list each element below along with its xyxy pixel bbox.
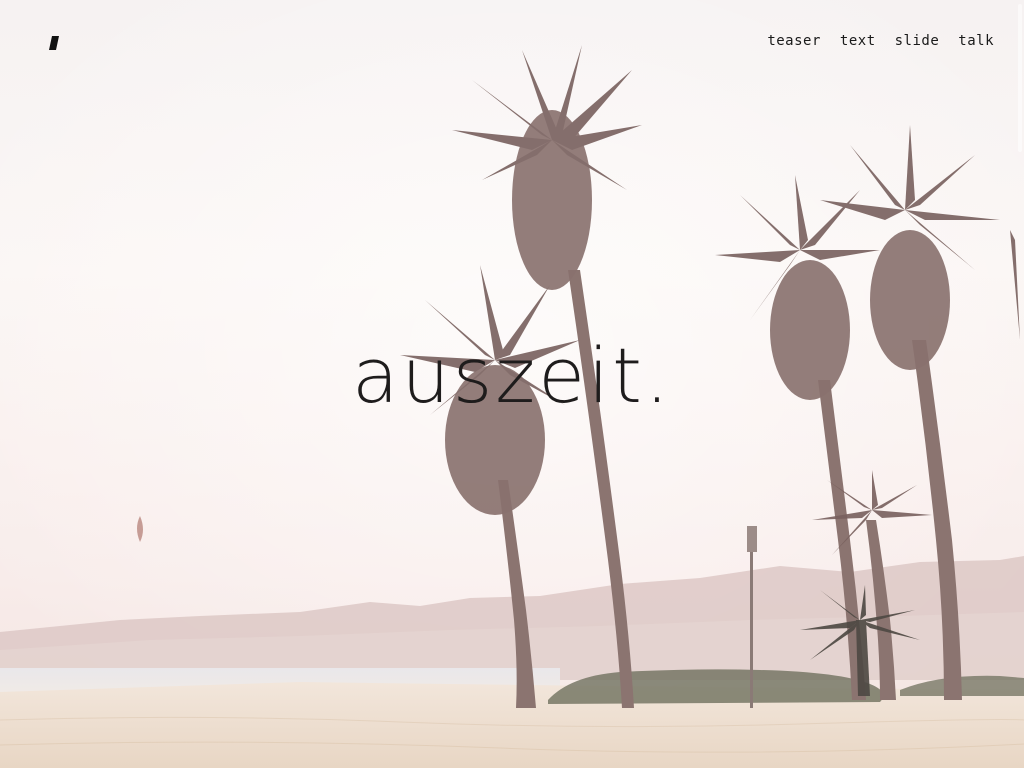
nav-item-talk[interactable]: talk bbox=[958, 33, 994, 49]
nav-item-text[interactable]: text bbox=[840, 33, 876, 49]
scrollbar-thumb[interactable] bbox=[1018, 4, 1022, 152]
hero-title: auszeit. bbox=[351, 331, 673, 420]
page: teaser text slide talk auszeit. bbox=[0, 0, 1024, 768]
nav-item-slide[interactable]: slide bbox=[895, 33, 940, 49]
page-scrollbar[interactable] bbox=[1018, 0, 1024, 768]
nav-item-teaser[interactable]: teaser bbox=[767, 33, 821, 49]
main-navigation: teaser text slide talk bbox=[767, 33, 994, 49]
parallelogram-logo-icon[interactable] bbox=[49, 35, 59, 50]
